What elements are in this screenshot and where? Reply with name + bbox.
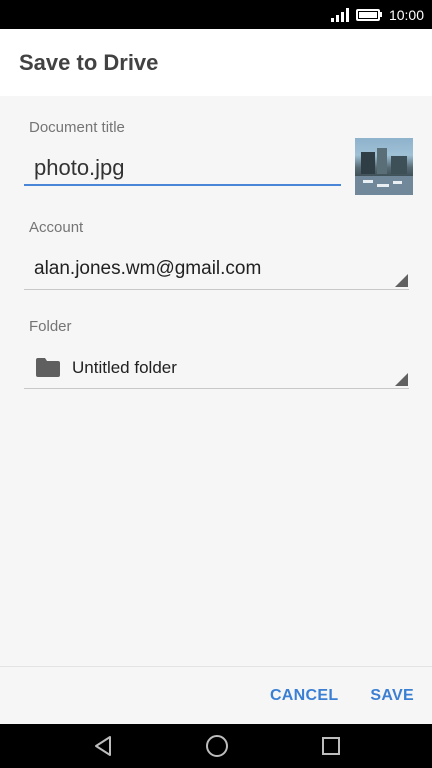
document-title-label: Document title xyxy=(29,119,125,136)
recents-icon[interactable] xyxy=(321,736,341,756)
folder-dropdown[interactable]: Untitled folder xyxy=(24,347,409,389)
dropdown-arrow-icon xyxy=(395,373,408,386)
folder-label: Folder xyxy=(29,318,72,335)
cancel-button[interactable]: CANCEL xyxy=(270,687,338,705)
dialog-actions: CANCEL SAVE xyxy=(0,666,432,724)
back-icon[interactable] xyxy=(92,735,114,757)
save-button[interactable]: SAVE xyxy=(370,687,414,705)
dropdown-arrow-icon xyxy=(395,274,408,287)
battery-icon xyxy=(355,8,382,21)
folder-value: Untitled folder xyxy=(72,357,177,377)
account-dropdown[interactable]: alan.jones.wm@gmail.com xyxy=(24,248,409,290)
home-icon[interactable] xyxy=(205,734,229,758)
status-bar: 10:00 xyxy=(0,0,432,29)
folder-icon xyxy=(36,358,60,377)
navigation-bar xyxy=(0,724,432,768)
account-label: Account xyxy=(29,219,84,236)
dialog-header: Save to Drive xyxy=(0,29,432,96)
photo-thumbnail xyxy=(355,138,413,195)
page-title: Save to Drive xyxy=(19,49,159,75)
account-value: alan.jones.wm@gmail.com xyxy=(34,257,262,279)
document-title-input[interactable]: photo.jpg xyxy=(24,149,341,186)
form-area: Document title photo.jpg Account alan.jo… xyxy=(0,96,432,666)
status-time: 10:00 xyxy=(388,6,424,23)
signal-icon xyxy=(330,7,349,22)
